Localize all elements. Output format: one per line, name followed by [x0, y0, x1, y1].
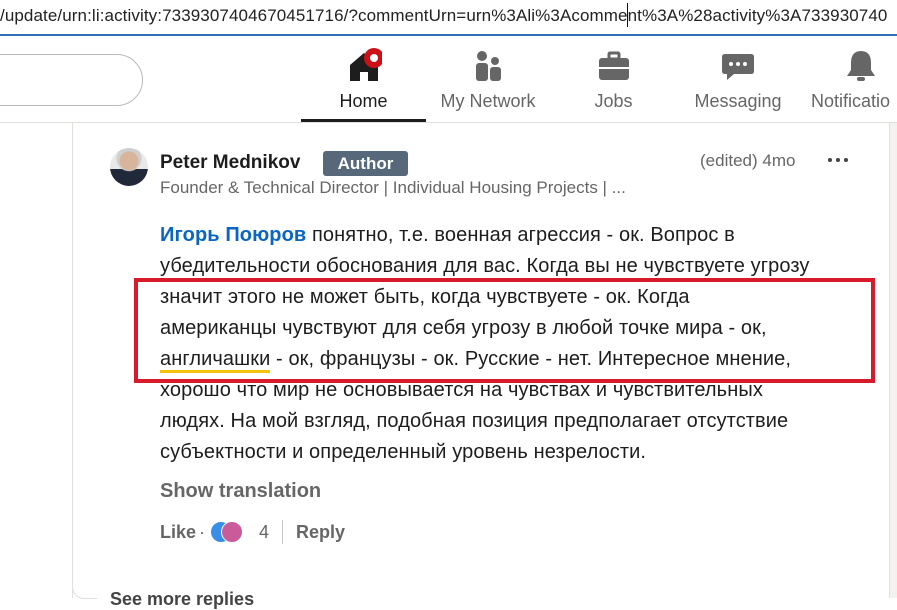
comment-line: хорошо что мир не основывается на чувств… [160, 379, 763, 401]
comment-line: субъектности и определенный уровень незр… [160, 441, 647, 463]
highlighted-word: англичашки [160, 348, 271, 373]
thread-line [72, 123, 73, 598]
comment-text: - ок, французы - ок. Русские - нет. Инте… [270, 348, 792, 370]
action-divider [282, 520, 283, 544]
reply-button[interactable]: Reply [296, 522, 345, 543]
home-icon [349, 48, 382, 81]
nav-my-network[interactable]: My Network [428, 36, 548, 122]
active-tab-indicator [301, 119, 426, 122]
comment-author-name[interactable]: Peter Mednikov [160, 152, 300, 174]
like-button[interactable]: Like [160, 522, 196, 543]
comment-body: Игорь Поюров понятно, т.е. военная агрес… [160, 220, 860, 468]
comment-line: людях. На мой взгляд, подобная позиция п… [160, 410, 789, 432]
nav-label-jobs: Jobs [594, 91, 633, 111]
comment-line: американцы чувствуют для себя угрозу в л… [160, 317, 767, 339]
nav-jobs[interactable]: Jobs [566, 36, 661, 122]
author-headline: Founder & Technical Director | Individua… [160, 178, 626, 197]
nav-label-my-network: My Network [440, 91, 536, 111]
reaction-count[interactable]: 4 [259, 522, 269, 543]
people-icon [476, 51, 501, 81]
comment-text: понятно, т.е. военная агрессия - ок. Воп… [306, 224, 735, 246]
bell-icon [847, 51, 875, 81]
chat-icon [722, 54, 754, 80]
briefcase-icon [598, 51, 629, 80]
url-text[interactable]: /update/urn:li:activity:7339307404670451… [0, 6, 887, 26]
love-reaction-icon [221, 521, 243, 543]
comment-line: англичашки - ок, французы - ок. Русские … [160, 344, 860, 375]
comment-line: значит этого не может быть, когда чувств… [160, 286, 690, 308]
more-options-button[interactable] [828, 150, 852, 170]
top-navigation: Home My Network Jobs Messaging Notificat… [0, 36, 897, 123]
more-dot-icon [844, 158, 848, 162]
text-caret [627, 3, 628, 27]
author-badge: Author [323, 151, 408, 176]
search-input[interactable] [0, 54, 143, 106]
browser-url-bar[interactable]: /update/urn:li:activity:7339307404670451… [0, 0, 897, 36]
avatar[interactable] [110, 148, 148, 186]
nav-notifications[interactable]: Notificatio [811, 36, 897, 122]
show-translation-button[interactable]: Show translation [160, 480, 321, 503]
reactions-summary[interactable] [210, 520, 252, 544]
comment-timestamp: (edited) 4mo [700, 151, 796, 170]
nav-label-notifications: Notificatio [811, 91, 891, 111]
thread-connector [72, 578, 97, 599]
more-dot-icon [828, 158, 832, 162]
nav-label-messaging: Messaging [694, 91, 782, 111]
mention-link[interactable]: Игорь Поюров [160, 224, 306, 246]
see-more-replies-button[interactable]: See more replies [110, 589, 254, 610]
more-dot-icon [836, 158, 840, 162]
nav-messaging[interactable]: Messaging [689, 36, 787, 122]
nav-home[interactable]: Home [301, 36, 426, 122]
card-border [889, 123, 890, 598]
separator-dot: · [199, 522, 205, 542]
nav-label-home: Home [339, 91, 388, 111]
comment-line: убедительности обоснования для вас. Когд… [160, 255, 810, 277]
comment-line: Игорь Поюров понятно, т.е. военная агрес… [160, 220, 860, 251]
